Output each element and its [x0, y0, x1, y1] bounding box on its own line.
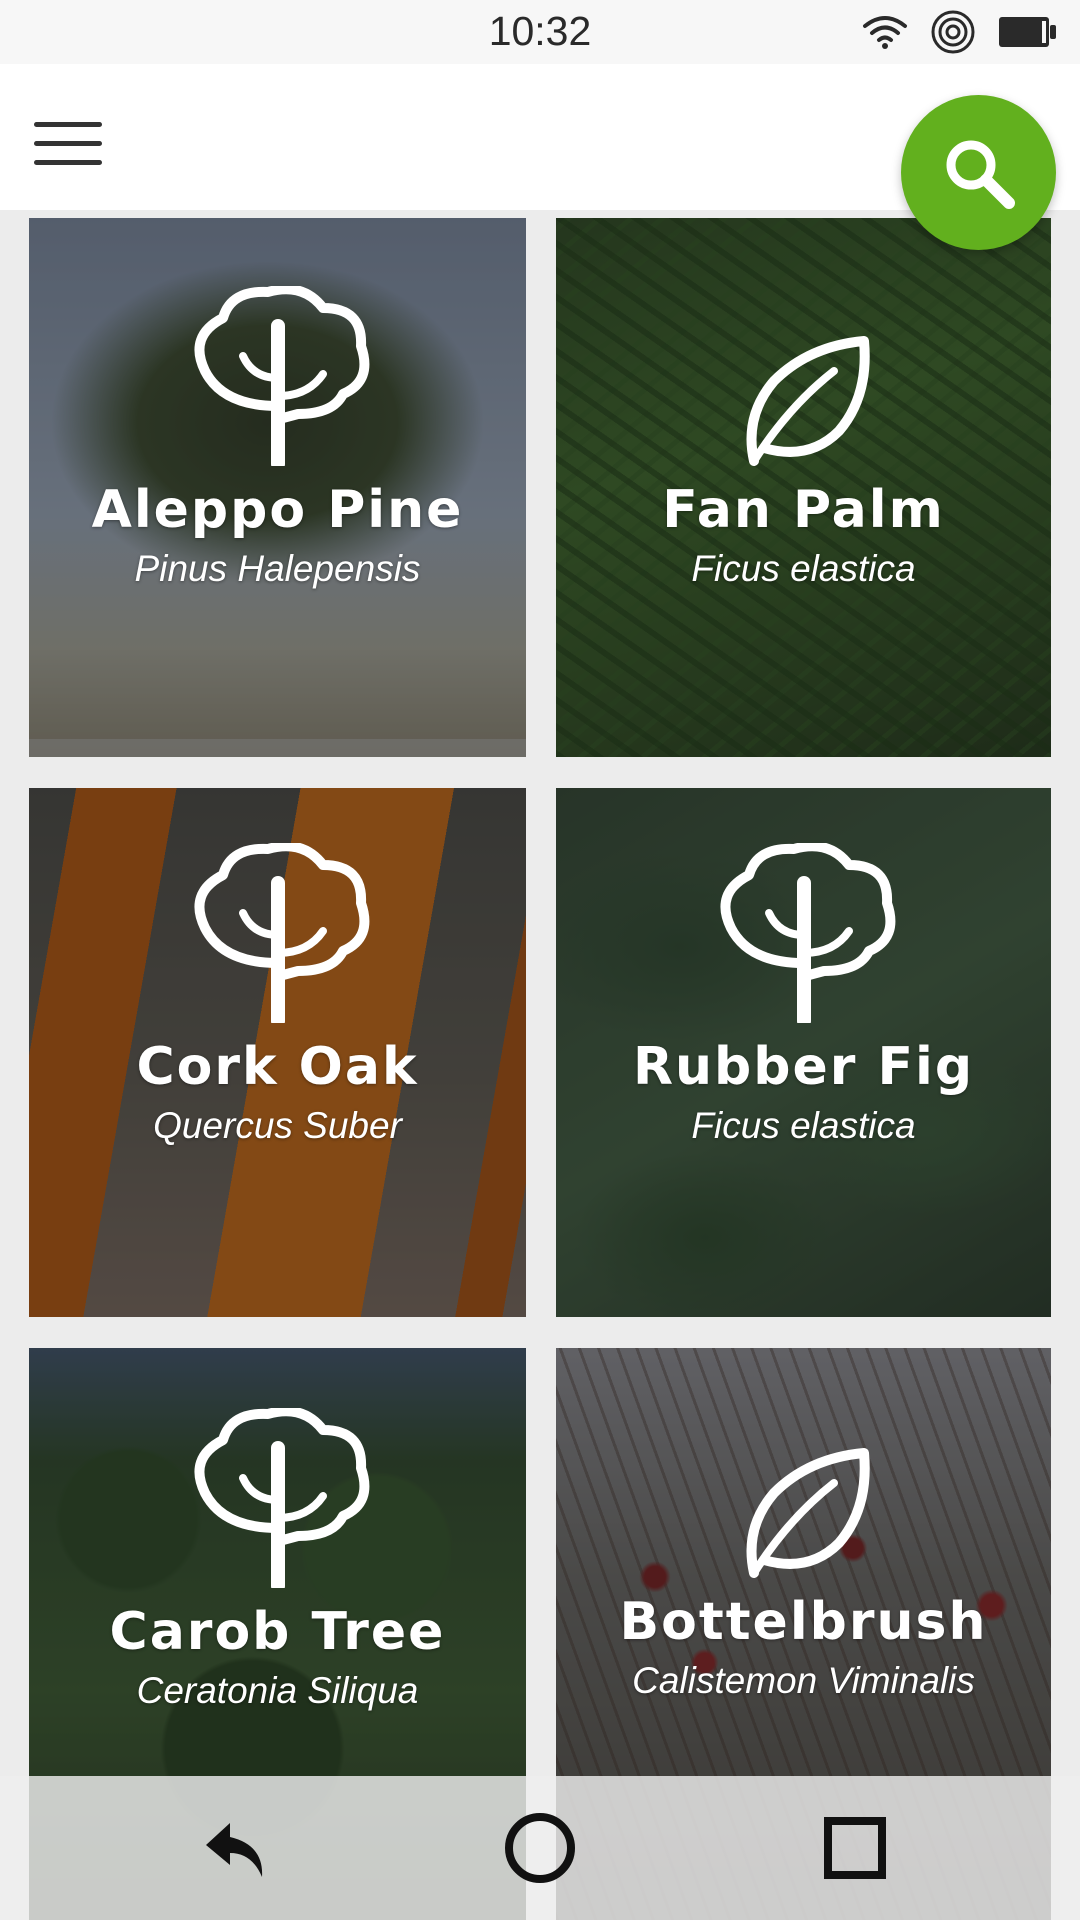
plant-card[interactable]: Rubber Fig Ficus elastica	[556, 788, 1051, 1317]
plant-name: Aleppo Pine	[91, 480, 464, 540]
plant-name: Carob Tree	[109, 1602, 446, 1662]
tree-icon	[193, 843, 369, 1023]
plant-card[interactable]: Aleppo Pine Pinus Halepensis	[29, 218, 526, 757]
target-icon	[930, 9, 976, 55]
plant-name: Rubber Fig	[632, 1037, 975, 1097]
plant-name: Cork Oak	[136, 1037, 419, 1097]
tree-icon	[193, 1408, 369, 1588]
plant-latin-name: Pinus Halepensis	[134, 548, 421, 589]
home-icon	[505, 1813, 575, 1883]
plant-card[interactable]: Cork Oak Quercus Suber	[29, 788, 526, 1317]
plant-latin-name: Calistemon Viminalis	[632, 1660, 975, 1701]
recents-icon	[824, 1817, 886, 1879]
leaf-icon	[746, 1448, 870, 1578]
wifi-icon	[862, 14, 908, 50]
plant-grid: Aleppo Pine Pinus Halepensis Fan Palm Fi…	[0, 210, 1080, 1920]
hamburger-menu-icon[interactable]	[34, 122, 102, 168]
battery-icon	[998, 14, 1058, 50]
plant-card[interactable]: Fan Palm Ficus elastica	[556, 218, 1051, 757]
plant-latin-name: Ficus elastica	[691, 1105, 916, 1146]
search-icon	[946, 140, 1015, 209]
status-icons	[840, 9, 1058, 55]
status-bar: 10:32	[0, 0, 1080, 64]
navigation-bar	[0, 1776, 1080, 1920]
plant-name: Fan Palm	[662, 480, 945, 540]
tree-icon	[719, 843, 895, 1023]
plant-latin-name: Quercus Suber	[153, 1105, 402, 1146]
search-button[interactable]	[901, 95, 1056, 250]
plant-latin-name: Ficus elastica	[691, 548, 916, 589]
home-button[interactable]	[504, 1812, 576, 1884]
recents-button[interactable]	[819, 1812, 891, 1884]
back-button[interactable]	[200, 1812, 272, 1884]
plant-latin-name: Ceratonia Siliqua	[136, 1670, 419, 1711]
tree-icon	[193, 286, 369, 466]
leaf-icon	[746, 336, 870, 466]
back-icon	[206, 1823, 263, 1877]
plant-name: Bottelbrush	[619, 1592, 988, 1652]
